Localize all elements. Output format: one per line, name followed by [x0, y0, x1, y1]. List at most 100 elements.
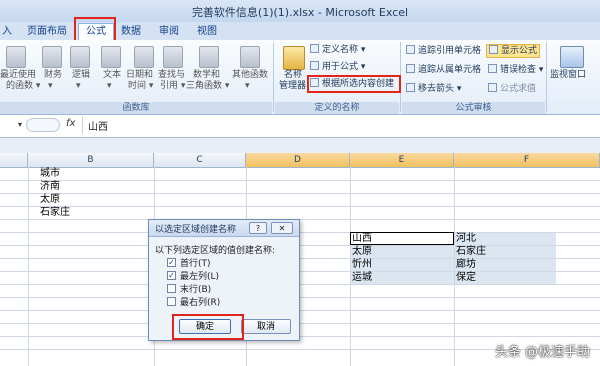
remove-arrows-icon: [406, 83, 415, 92]
cell-f4[interactable]: 保定: [456, 271, 476, 284]
cell-e4[interactable]: 运城: [352, 271, 372, 284]
text-button[interactable]: 文本: [103, 70, 121, 81]
evaluate-formula-label: 公式求值: [500, 84, 537, 94]
tab-review[interactable]: 审阅: [156, 24, 182, 40]
sheet-top-gap: [0, 138, 600, 153]
checkbox-top-row[interactable]: ✓: [167, 258, 176, 267]
cell-f2[interactable]: 石家庄: [456, 245, 486, 258]
name-manager-label2: 管理器: [279, 81, 307, 91]
cell-e1[interactable]: 山西: [352, 232, 372, 245]
name-manager-icon: [283, 46, 305, 70]
text-icon: [101, 46, 121, 68]
group-label-audit: 公式审核: [402, 102, 545, 114]
dialog-prompt: 以下列选定区域的值创建名称:: [155, 246, 276, 256]
column-header-a[interactable]: [0, 153, 28, 167]
evaluate-formula-icon: [488, 83, 497, 92]
tab-data[interactable]: 数据: [118, 24, 144, 40]
trace-precedents-button[interactable]: 追踪引用单元格: [406, 45, 481, 57]
dialog-title: 以选定区域创建名称: [155, 225, 237, 235]
tab-view[interactable]: 视图: [194, 24, 220, 40]
cell-e2[interactable]: 太原: [352, 245, 372, 258]
gridline: [0, 297, 600, 298]
cancel-button[interactable]: 取消: [241, 319, 291, 334]
trace-dependents-label: 追踪从属单元格: [418, 65, 482, 75]
checkbox-bottom-row-label: 末行(B): [180, 285, 212, 295]
define-name-button[interactable]: 定义名称 ▾: [310, 44, 365, 56]
use-in-formula-icon: [310, 61, 319, 70]
remove-arrows-button[interactable]: 移去箭头 ▾: [406, 83, 461, 95]
gridline: [0, 180, 600, 181]
formula-input[interactable]: 山西: [88, 118, 108, 133]
show-formulas-icon: [489, 45, 498, 54]
column-header-e[interactable]: E: [350, 153, 454, 167]
ribbon-separator: [273, 42, 274, 112]
watch-window-button[interactable]: 监视窗口: [550, 70, 586, 81]
cell-f3[interactable]: 廊坊: [456, 258, 476, 271]
cell-b4[interactable]: 石家庄: [40, 206, 70, 219]
cell-f1[interactable]: 河北: [456, 232, 476, 245]
recent-functions-label2: 的函数 ▾: [6, 81, 41, 91]
show-formulas-button[interactable]: 显示公式: [486, 44, 541, 58]
cell-b2[interactable]: 济南: [40, 180, 60, 193]
checkbox-right-column-label: 最右列(R): [180, 298, 221, 308]
fx-icon[interactable]: fx: [66, 118, 75, 129]
error-checking-button[interactable]: 错误检查 ▾: [488, 64, 543, 76]
ribbon: 最近使用 的函数 ▾ 财务 ▾ 逻辑 ▾ 文本 ▾ 日期和 时间 ▾ 查找与 引…: [0, 40, 600, 115]
close-icon[interactable]: ✕: [271, 222, 293, 234]
define-name-label: 定义名称 ▾: [322, 45, 366, 55]
logical-button[interactable]: 逻辑: [72, 70, 90, 81]
gridline: [0, 323, 600, 324]
gridline: [0, 245, 600, 246]
datetime-icon: [134, 46, 154, 68]
error-checking-label: 错误检查 ▾: [500, 65, 544, 75]
text-label2: ▾: [107, 81, 112, 91]
gridline: [0, 284, 600, 285]
name-manager-button[interactable]: 名称: [284, 70, 302, 81]
evaluate-formula-button[interactable]: 公式求值: [488, 83, 536, 95]
gridline: [0, 310, 600, 311]
datetime-label2: 时间 ▾: [128, 81, 154, 91]
more-functions-icon: [240, 46, 260, 68]
more-functions-button[interactable]: 其他函数: [232, 70, 268, 81]
tab-page-layout[interactable]: 页面布局: [24, 24, 70, 40]
logical-label2: ▾: [76, 81, 81, 91]
formula-bar: ▾ fx 山西: [0, 115, 600, 138]
use-in-formula-label: 用于公式 ▾: [322, 62, 366, 72]
trace-dependents-button[interactable]: 追踪从属单元格: [406, 64, 481, 76]
use-in-formula-button[interactable]: 用于公式 ▾: [310, 61, 365, 73]
lookup-label2: 引用 ▾: [160, 81, 186, 91]
math-trig-label2: 三角函数 ▾: [186, 81, 230, 91]
group-label-library: 函数库: [0, 102, 272, 114]
column-header-f[interactable]: F: [454, 153, 600, 167]
gridline: [0, 336, 600, 337]
formula-zoom-control[interactable]: [26, 118, 60, 132]
gridline: [0, 271, 600, 272]
column-header-d[interactable]: D: [246, 153, 350, 167]
name-box-dropdown-icon[interactable]: ▾: [0, 118, 22, 132]
math-trig-button[interactable]: 数学和: [193, 70, 220, 81]
financial-label2: ▾: [48, 81, 53, 91]
column-header-b[interactable]: B: [28, 153, 154, 167]
checkbox-bottom-row[interactable]: [167, 284, 176, 293]
cell-b3[interactable]: 太原: [40, 193, 60, 206]
help-button[interactable]: ?: [249, 222, 267, 234]
lookup-icon: [163, 46, 183, 68]
ribbon-separator: [546, 42, 547, 112]
gridline: [0, 258, 600, 259]
checkbox-left-column[interactable]: ✓: [167, 271, 176, 280]
lookup-button[interactable]: 查找与: [158, 70, 185, 81]
more-functions-label2: ▾: [245, 81, 250, 91]
cell-b1[interactable]: 城市: [40, 167, 60, 180]
highlight-ok-button: [172, 314, 244, 340]
cell-e3[interactable]: 忻州: [352, 258, 372, 271]
watermark: 头条 @极速手助: [494, 345, 590, 360]
logical-icon: [70, 46, 90, 68]
watch-window-icon: [560, 46, 584, 68]
checkbox-right-column[interactable]: [167, 297, 176, 306]
tab-insert[interactable]: 入: [0, 24, 14, 40]
financial-button[interactable]: 财务: [44, 70, 62, 81]
recent-functions-button[interactable]: 最近使用: [0, 70, 36, 81]
datetime-button[interactable]: 日期和: [126, 70, 153, 81]
financial-icon: [42, 46, 62, 68]
column-header-c[interactable]: C: [154, 153, 246, 167]
